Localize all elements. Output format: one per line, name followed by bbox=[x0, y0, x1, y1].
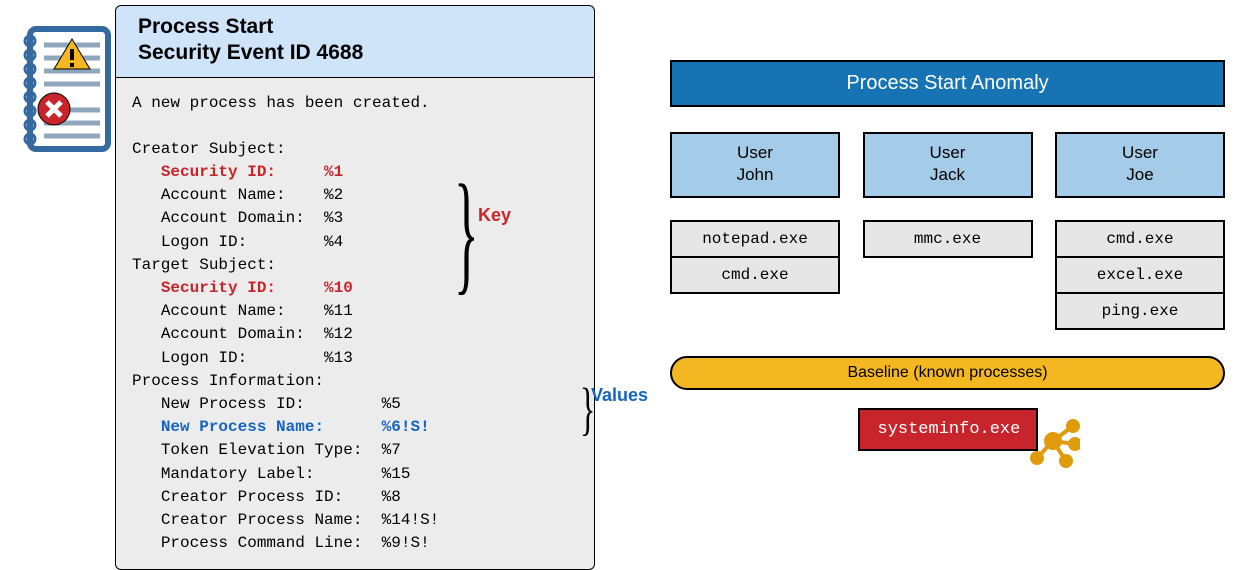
flagged-process: systeminfo.exe bbox=[858, 408, 1038, 451]
anomaly-burst-icon bbox=[1026, 414, 1080, 468]
key-label: Key bbox=[478, 205, 511, 226]
process-item: mmc.exe bbox=[863, 220, 1033, 258]
procinfo-heading: Process Information: bbox=[132, 372, 324, 390]
process-item: excel.exe bbox=[1055, 256, 1225, 294]
creator-heading: Creator Subject: bbox=[132, 140, 286, 158]
process-list: mmc.exe bbox=[863, 220, 1033, 258]
event-header: Process Start Security Event ID 4688 bbox=[115, 5, 595, 78]
event-template-card: Process Start Security Event ID 4688 A n… bbox=[115, 5, 595, 570]
event-title-line1: Process Start bbox=[138, 15, 273, 38]
process-list: notepad.exe cmd.exe bbox=[670, 220, 840, 294]
user-column: User John notepad.exe cmd.exe bbox=[670, 132, 840, 330]
process-item: ping.exe bbox=[1055, 292, 1225, 330]
process-item: notepad.exe bbox=[670, 220, 840, 258]
user-column: User Jack mmc.exe bbox=[863, 132, 1033, 330]
event-title-line2: Security Event ID 4688 bbox=[138, 41, 363, 64]
user-box: User Jack bbox=[863, 132, 1033, 198]
anomaly-panel: Process Start Anomaly User John notepad.… bbox=[670, 60, 1225, 451]
error-icon bbox=[38, 93, 70, 125]
event-log-icon bbox=[16, 25, 112, 153]
baseline-bar: Baseline (known processes) bbox=[670, 356, 1225, 390]
values-label: Values bbox=[591, 385, 648, 406]
process-item: cmd.exe bbox=[670, 256, 840, 294]
users-row: User John notepad.exe cmd.exe User Jack … bbox=[670, 132, 1225, 330]
event-intro: A new process has been created. bbox=[132, 94, 430, 112]
user-column: User Joe cmd.exe excel.exe ping.exe bbox=[1055, 132, 1225, 330]
user-box: User Joe bbox=[1055, 132, 1225, 198]
anomaly-title: Process Start Anomaly bbox=[670, 60, 1225, 107]
target-heading: Target Subject: bbox=[132, 256, 276, 274]
user-box: User John bbox=[670, 132, 840, 198]
key-brace-icon: } bbox=[454, 155, 479, 310]
process-list: cmd.exe excel.exe ping.exe bbox=[1055, 220, 1225, 330]
event-body: A new process has been created. Creator … bbox=[115, 78, 595, 570]
process-item: cmd.exe bbox=[1055, 220, 1225, 258]
